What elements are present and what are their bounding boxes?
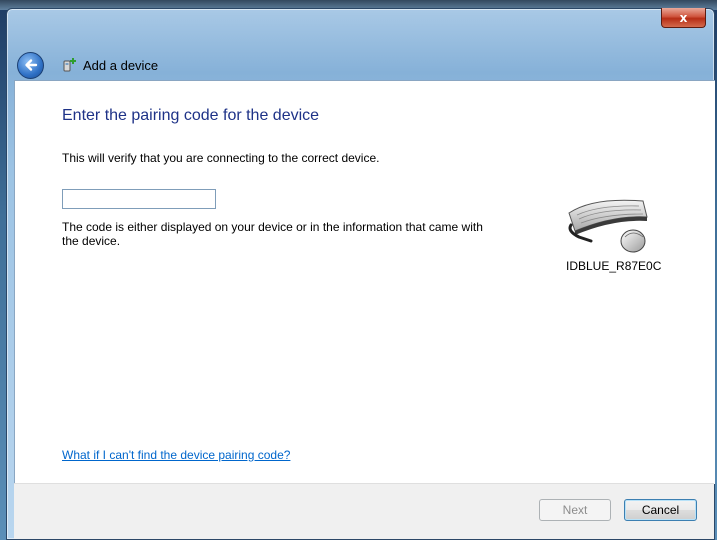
back-arrow-icon [24,59,37,71]
pairing-code-input[interactable] [62,189,216,209]
keyboard-mouse-icon [563,191,651,260]
device-name-label: IDBLUE_R87E0C [566,259,662,273]
next-button[interactable]: Next [539,499,611,521]
pairing-code-hint: The code is either displayed on your dev… [62,220,483,248]
cancel-button[interactable]: Cancel [624,499,697,521]
close-button[interactable]: x [661,8,706,28]
page-description: This will verify that you are connecting… [62,151,380,165]
page-heading: Enter the pairing code for the device [62,107,320,124]
navigation-bar: Add a device [17,49,158,81]
window-title: Add a device [83,57,159,73]
pairing-code-help-link[interactable]: What if I can't find the device pairing … [62,448,290,462]
button-bar: Next Cancel [14,483,714,539]
content-panel: Enter the pairing code for the device Th… [14,80,715,484]
add-device-icon [61,57,77,73]
back-button[interactable] [17,51,44,79]
